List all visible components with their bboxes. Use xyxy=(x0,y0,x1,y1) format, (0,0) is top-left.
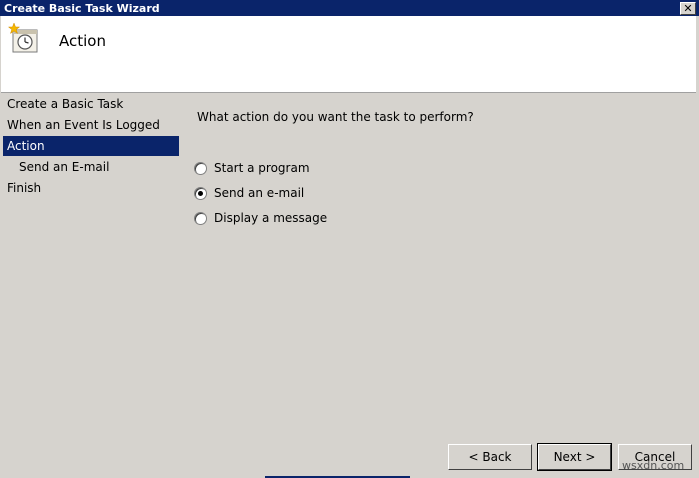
step-when-event-logged[interactable]: When an Event Is Logged xyxy=(3,115,179,135)
watermark: wsxdn.com xyxy=(622,459,685,472)
close-icon: ✕ xyxy=(683,1,693,15)
step-action[interactable]: Action xyxy=(3,136,179,156)
radio-start-program[interactable] xyxy=(194,161,207,175)
step-send-email[interactable]: Send an E-mail xyxy=(3,157,179,177)
radio-display-message[interactable] xyxy=(194,211,207,225)
step-finish[interactable]: Finish xyxy=(3,178,179,198)
option-start-program[interactable]: Start a program xyxy=(194,160,310,176)
option-display-message[interactable]: Display a message xyxy=(194,210,327,226)
radio-send-email[interactable] xyxy=(194,186,207,200)
action-question: What action do you want the task to perf… xyxy=(197,110,474,124)
window-title: Create Basic Task Wizard xyxy=(4,1,160,15)
clock-task-icon xyxy=(8,22,38,53)
option-label[interactable]: Display a message xyxy=(214,211,327,225)
wizard-header: Action xyxy=(1,16,696,93)
back-button[interactable]: < Back xyxy=(448,444,532,470)
option-label[interactable]: Send an e-mail xyxy=(214,186,304,200)
wizard-steps: Create a Basic Task When an Event Is Log… xyxy=(3,94,179,199)
next-button[interactable]: Next > xyxy=(537,443,612,471)
step-create-basic-task[interactable]: Create a Basic Task xyxy=(3,94,179,114)
title-bar: Create Basic Task Wizard ✕ xyxy=(0,0,699,16)
option-send-email[interactable]: Send an e-mail xyxy=(194,185,304,201)
page-heading: Action xyxy=(59,32,106,50)
option-label[interactable]: Start a program xyxy=(214,161,310,175)
close-button[interactable]: ✕ xyxy=(680,1,696,15)
